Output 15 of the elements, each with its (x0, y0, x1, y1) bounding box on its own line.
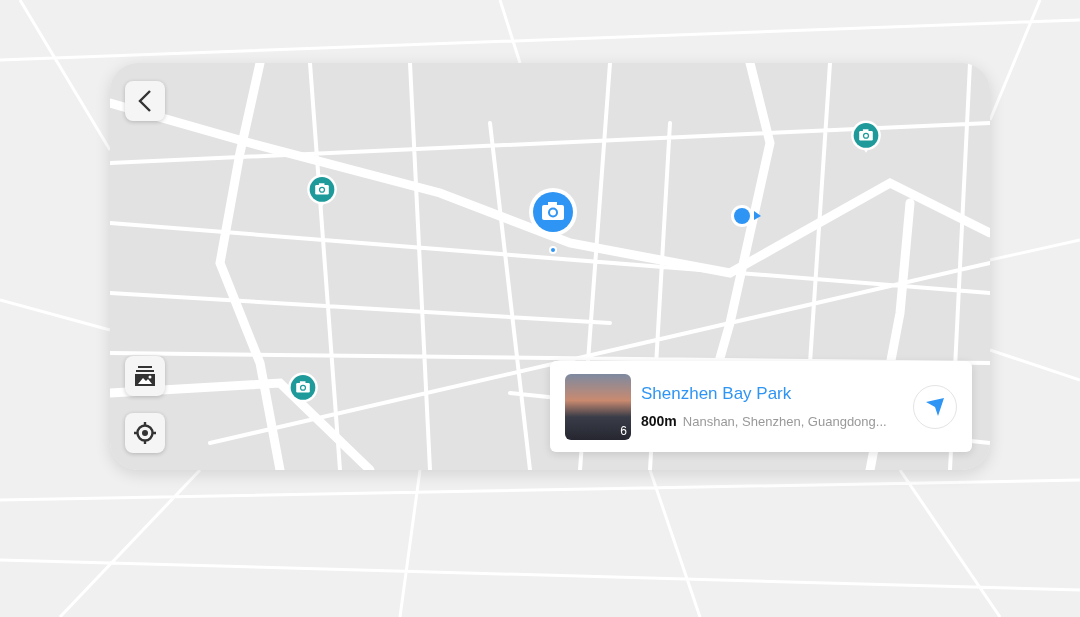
distance-text: 800m (641, 413, 677, 429)
navigation-arrow-icon (924, 395, 946, 418)
gallery-button[interactable] (125, 356, 165, 396)
address-text: Nanshan, Shenzhen, Guangdong... (682, 414, 887, 429)
photo-stack-icon (134, 365, 156, 387)
current-location-icon (730, 204, 762, 228)
camera-pin-icon[interactable] (528, 187, 578, 255)
navigate-button[interactable] (913, 384, 957, 429)
crosshair-icon (133, 421, 157, 445)
place-title: Shenzhen Bay Park (641, 384, 793, 404)
back-button[interactable] (125, 81, 165, 121)
place-card[interactable]: 6 Shenzhen Bay Park 800m Nanshan, Shenzhen, Guangdong... (550, 361, 972, 452)
back-icon (137, 89, 153, 113)
locate-button[interactable] (125, 413, 165, 453)
photo-count: 6 (620, 423, 627, 438)
